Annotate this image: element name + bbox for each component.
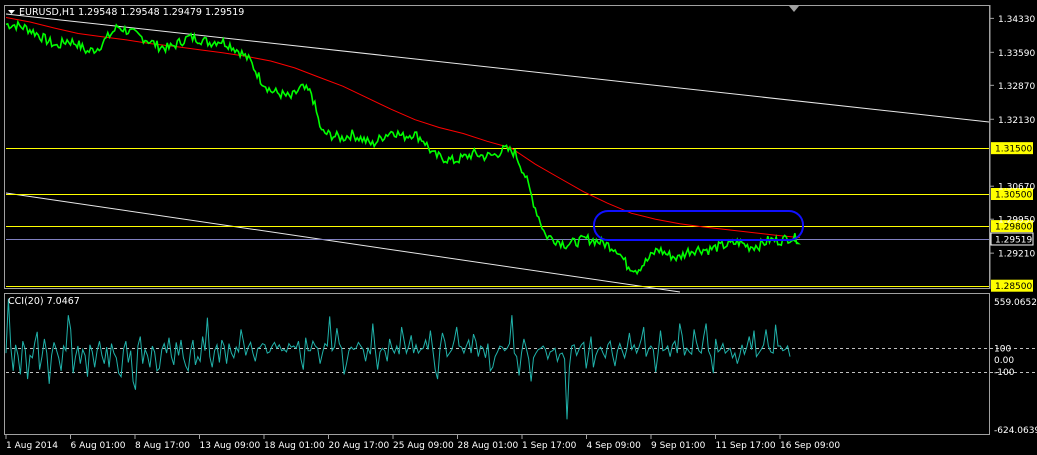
price-tick-label-4: 1.30670 <box>998 183 1035 193</box>
price-tick-label-3: 1.32130 <box>998 116 1035 126</box>
cci-line[interactable] <box>5 298 791 420</box>
price-label-4: 1.28500 <box>995 282 1032 292</box>
cci-tick-label-1: 100 <box>994 344 1011 354</box>
price-tick-label-5: 1.29950 <box>998 216 1035 226</box>
time-tick-label-11: 11 Sep 17:00 <box>716 441 776 451</box>
time-tick-label-0: 1 Aug 2014 <box>6 441 58 451</box>
symbol-dropdown-icon[interactable] <box>8 10 15 14</box>
moving-average-series[interactable] <box>5 17 801 239</box>
main-pane-frame <box>4 5 990 289</box>
trendlines[interactable] <box>5 13 990 293</box>
price-tick-label-1: 1.33590 <box>998 49 1035 59</box>
time-tick-label-6: 25 Aug 09:00 <box>393 441 454 451</box>
highlight-ellipse[interactable] <box>593 210 804 241</box>
horizontal-levels[interactable] <box>6 148 989 287</box>
time-tick-label-1: 6 Aug 01:00 <box>71 441 126 451</box>
time-tick-label-3: 13 Aug 09:00 <box>200 441 261 451</box>
cci-tick-label-4: -624.0639 <box>994 426 1037 436</box>
time-tick-label-7: 28 Aug 01:00 <box>458 441 519 451</box>
chart-canvas[interactable]: 1.315001.305001.298001.295191.28500 1.34… <box>0 0 1037 455</box>
cci-tick-label-3: -100 <box>994 368 1015 378</box>
cci-axis-ticks: 559.0652 100 0.00 -100 -624.0639 <box>994 298 1037 436</box>
cci-pane-frame <box>4 293 990 435</box>
chart-window[interactable]: 1.31500 1.30500 1.29800 1.29519 1.28500 1.34… <box>0 0 1037 455</box>
price-line[interactable] <box>5 19 801 276</box>
cci-tick-label-2: 0.00 <box>994 356 1014 366</box>
time-tick-label-12: 16 Sep 09:00 <box>780 441 840 451</box>
price-label-3: 1.29519 <box>995 235 1032 245</box>
time-tick-label-8: 1 Sep 17:00 <box>522 441 577 451</box>
highlight-shape[interactable] <box>593 210 804 241</box>
chart-header: EURUSD,H1 1.29548 1.29548 1.29479 1.2951… <box>19 7 244 18</box>
price-tick-label-2: 1.32870 <box>998 82 1035 92</box>
price-label-0: 1.31500 <box>995 145 1032 155</box>
price-tick-label-6: 1.29210 <box>998 250 1035 260</box>
time-tick-label-4: 18 Aug 01:00 <box>264 441 325 451</box>
cci-header: CCI(20) 7.0467 <box>8 296 80 307</box>
time-tick-label-10: 9 Sep 01:00 <box>651 441 706 451</box>
time-tick-label-5: 20 Aug 17:00 <box>329 441 390 451</box>
time-tick-label-2: 8 Aug 17:00 <box>135 441 190 451</box>
trendline-upper[interactable] <box>5 13 990 123</box>
cci-tick-label-0: 559.0652 <box>994 298 1037 308</box>
shift-marker-icon[interactable] <box>789 6 799 12</box>
moving-average-line[interactable] <box>5 17 801 239</box>
cci-series[interactable] <box>5 298 791 420</box>
price-series[interactable] <box>5 19 801 276</box>
time-axis-labels: 1 Aug 2014 6 Aug 01:00 8 Aug 17:00 13 Aug 0… <box>5 435 840 451</box>
price-tick-label-0: 1.34330 <box>998 15 1035 25</box>
time-tick-label-9: 4 Sep 09:00 <box>587 441 642 451</box>
